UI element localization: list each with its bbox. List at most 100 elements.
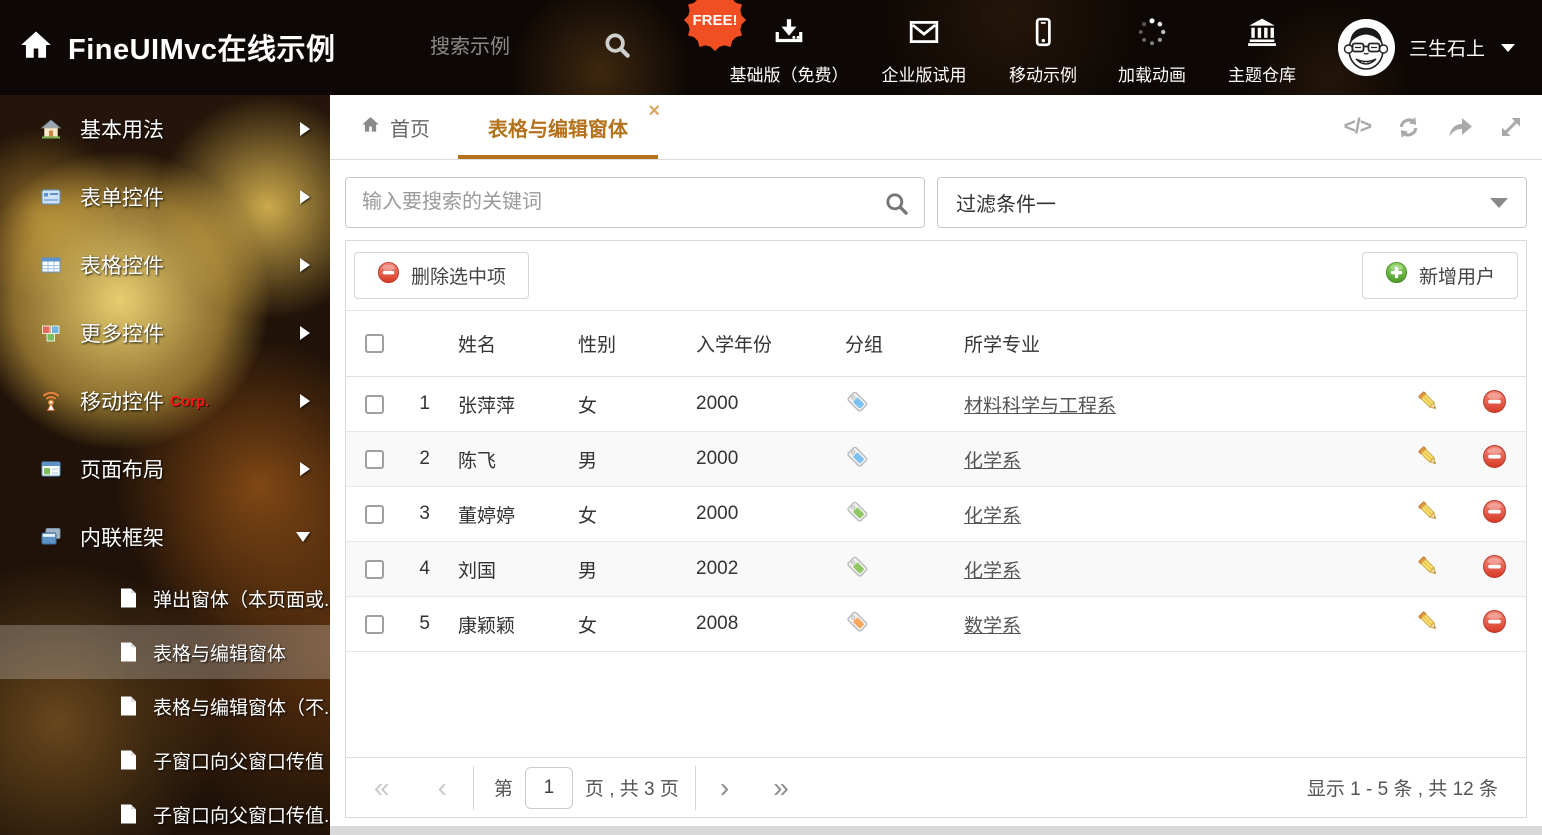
- tab-grid-edit-window[interactable]: 表格与编辑窗体 ×: [452, 95, 664, 159]
- page-number-input[interactable]: [525, 767, 573, 809]
- cell-gender: 女: [564, 391, 676, 418]
- add-user-label: 新增用户: [1419, 262, 1495, 289]
- delete-row-button[interactable]: [1463, 389, 1526, 420]
- edit-row-button[interactable]: [1393, 444, 1463, 475]
- sidebar-item-page-layout[interactable]: 页面布局: [0, 435, 330, 503]
- minus-circle-icon: [1482, 444, 1507, 475]
- sidebar-subitem-child-to-parent[interactable]: 子窗口向父窗口传值: [0, 733, 330, 787]
- bank-icon: [1246, 16, 1278, 53]
- pagination-bar: « ‹ 第 页 , 共 3 页 › » 显示 1 - 5 条 , 共 12 条: [346, 757, 1526, 817]
- next-page-button[interactable]: ›: [720, 774, 729, 802]
- major-link[interactable]: 化学系: [964, 561, 1021, 582]
- sidebar-item-basic-usage[interactable]: 基本用法: [0, 95, 330, 163]
- header-search-input[interactable]: [430, 30, 585, 64]
- header-search-icon[interactable]: [602, 30, 632, 65]
- sidebar-item-label: 页面布局: [80, 454, 164, 484]
- tab-bar: 首页 表格与编辑窗体 × </>: [330, 95, 1542, 160]
- row-checkbox[interactable]: [365, 560, 384, 579]
- file-icon: [120, 696, 137, 716]
- nav-mobile-demo[interactable]: 移动示例: [988, 0, 1098, 95]
- tag-icon: [845, 499, 870, 530]
- nav-enterprise-trial[interactable]: 企业版试用: [860, 0, 988, 95]
- delete-row-button[interactable]: [1463, 499, 1526, 530]
- chevron-right-icon: [300, 122, 310, 136]
- open-new-window-icon[interactable]: [1446, 114, 1474, 141]
- cell-group: [821, 444, 936, 475]
- cell-gender: 女: [564, 501, 676, 528]
- edit-row-button[interactable]: [1393, 609, 1463, 640]
- cell-year: 2000: [676, 503, 821, 525]
- house-icon: [40, 119, 62, 139]
- delete-row-button[interactable]: [1463, 444, 1526, 475]
- view-source-icon[interactable]: </>: [1344, 115, 1371, 139]
- minus-circle-icon: [377, 261, 400, 290]
- row-checkbox[interactable]: [365, 450, 384, 469]
- refresh-icon[interactable]: [1395, 114, 1422, 141]
- major-link[interactable]: 化学系: [964, 506, 1021, 527]
- row-number: 2: [402, 448, 444, 470]
- first-page-button[interactable]: «: [374, 774, 390, 802]
- tab-home[interactable]: 首页: [360, 95, 430, 159]
- row-number: 3: [402, 503, 444, 525]
- layout-icon: [40, 459, 62, 479]
- major-link[interactable]: 材料科学与工程系: [964, 396, 1116, 417]
- sidebar-item-label: 表单控件: [80, 182, 164, 212]
- page-suffix-label: 页 , 共 3 页: [585, 774, 679, 801]
- tag-icon: [845, 554, 870, 585]
- sidebar-subitem-label: 子窗口向父窗口传值...: [153, 801, 330, 828]
- minus-circle-icon: [1482, 609, 1507, 640]
- sidebar-item-more-controls[interactable]: 更多控件: [0, 299, 330, 367]
- sidebar-subitem-grid-edit-window-2[interactable]: 表格与编辑窗体（不...: [0, 679, 330, 733]
- column-year: 入学年份: [676, 330, 821, 357]
- cubes-icon: [40, 323, 62, 343]
- keyword-search-input[interactable]: [346, 191, 924, 214]
- column-major: 所学专业: [936, 330, 1393, 357]
- prev-page-button[interactable]: ‹: [438, 774, 447, 802]
- delete-row-button[interactable]: [1463, 609, 1526, 640]
- brand[interactable]: FineUIMvc在线示例: [18, 26, 336, 68]
- last-page-button[interactable]: »: [773, 774, 789, 802]
- pagination-divider: [695, 766, 696, 810]
- sidebar-subitem-grid-edit-window[interactable]: 表格与编辑窗体: [0, 625, 330, 679]
- row-checkbox[interactable]: [365, 505, 384, 524]
- spinner-icon: [1136, 16, 1168, 53]
- select-all-checkbox[interactable]: [365, 334, 384, 353]
- sidebar-subitem-child-to-parent-2[interactable]: 子窗口向父窗口传值...: [0, 787, 330, 835]
- user-menu[interactable]: 三生石上: [1338, 0, 1515, 95]
- nav-theme-store[interactable]: 主题仓库: [1206, 0, 1318, 95]
- search-icon[interactable]: [883, 190, 910, 222]
- sidebar: 基本用法 表单控件 表格控件 更多控件 移动控件 Corp. 页面布局: [0, 95, 330, 835]
- cell-name: 董婷婷: [444, 501, 564, 528]
- row-checkbox[interactable]: [365, 615, 384, 634]
- sidebar-item-label: 表格控件: [80, 250, 164, 280]
- edit-row-button[interactable]: [1393, 554, 1463, 585]
- sidebar-item-iframe[interactable]: 内联框架: [0, 503, 330, 571]
- tag-icon: [845, 389, 870, 420]
- column-gender: 性别: [564, 330, 676, 357]
- filter-dropdown[interactable]: 过滤条件一: [937, 177, 1527, 228]
- edit-row-button[interactable]: [1393, 389, 1463, 420]
- pagination-divider: [473, 766, 474, 810]
- cell-name: 刘国: [444, 556, 564, 583]
- sidebar-item-mobile-controls[interactable]: 移动控件 Corp.: [0, 367, 330, 435]
- sidebar-subitem-popup-window[interactable]: 弹出窗体（本页面或...: [0, 571, 330, 625]
- edit-row-button[interactable]: [1393, 499, 1463, 530]
- major-link[interactable]: 数学系: [964, 616, 1021, 637]
- plus-circle-icon: [1385, 261, 1408, 290]
- row-number: 5: [402, 613, 444, 635]
- sidebar-item-form-controls[interactable]: 表单控件: [0, 163, 330, 231]
- home-tab-icon: [360, 115, 381, 140]
- table-row: 4 刘国 男 2002 化学系: [346, 542, 1526, 597]
- maximize-icon[interactable]: [1498, 114, 1524, 140]
- delete-row-button[interactable]: [1463, 554, 1526, 585]
- row-checkbox[interactable]: [365, 395, 384, 414]
- delete-selected-label: 删除选中项: [411, 262, 506, 289]
- nav-loading-animation[interactable]: 加载动画: [1098, 0, 1206, 95]
- minus-circle-icon: [1482, 499, 1507, 530]
- pencil-icon: [1416, 499, 1441, 530]
- major-link[interactable]: 化学系: [964, 451, 1021, 472]
- tab-close-icon[interactable]: ×: [648, 101, 660, 121]
- delete-selected-button[interactable]: 删除选中项: [354, 252, 529, 299]
- add-user-button[interactable]: 新增用户: [1362, 252, 1518, 299]
- sidebar-item-grid-controls[interactable]: 表格控件: [0, 231, 330, 299]
